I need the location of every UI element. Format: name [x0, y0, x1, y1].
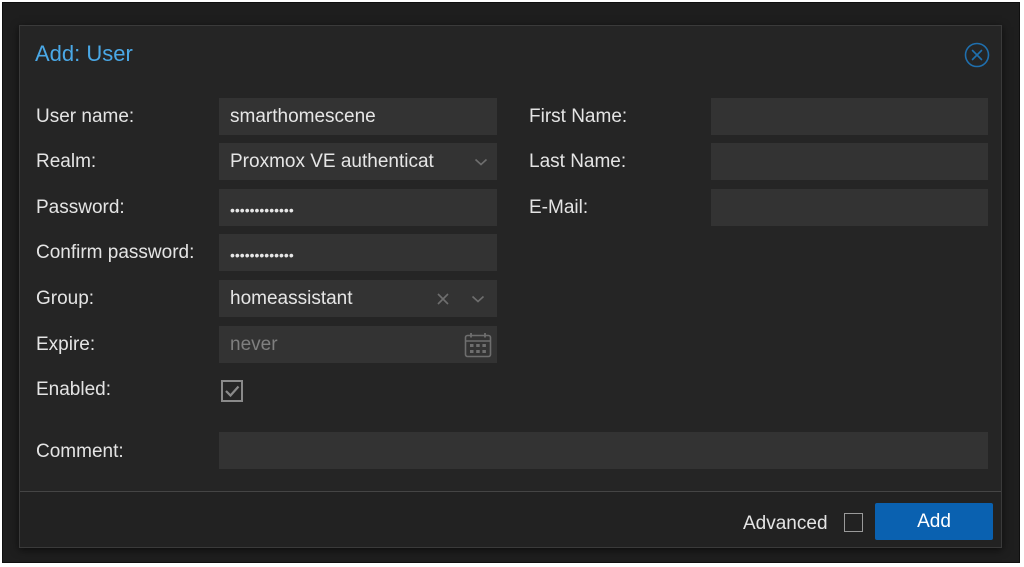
- first-name-input[interactable]: [711, 98, 988, 135]
- password-input[interactable]: •••••••••••••: [219, 189, 497, 226]
- confirm-password-input[interactable]: •••••••••••••: [219, 234, 497, 271]
- add-button[interactable]: Add: [875, 503, 993, 540]
- dialog-footer: Advanced Add: [20, 492, 1001, 547]
- enabled-label: Enabled:: [36, 379, 112, 400]
- password-label: Password:: [36, 197, 125, 218]
- confirm-password-label: Confirm password:: [36, 242, 195, 263]
- user-name-label: User name:: [36, 106, 135, 127]
- email-input[interactable]: [711, 189, 988, 226]
- first-name-label: First Name:: [529, 106, 628, 127]
- realm-value: Proxmox VE authenticat: [230, 151, 434, 172]
- screen-frame: Add: User User name: smarthomescene Real…: [2, 2, 1020, 563]
- enabled-checkbox[interactable]: [221, 380, 243, 402]
- confirm-password-value: •••••••••••••: [230, 247, 294, 263]
- last-name-input[interactable]: [711, 143, 988, 180]
- realm-select[interactable]: Proxmox VE authenticat: [219, 143, 497, 180]
- add-user-dialog: Add: User User name: smarthomescene Real…: [19, 25, 1002, 548]
- comment-label: Comment:: [36, 441, 124, 462]
- comment-input[interactable]: [219, 432, 988, 469]
- close-icon[interactable]: [964, 42, 990, 68]
- password-value: •••••••••••••: [230, 202, 294, 218]
- expire-placeholder: never: [230, 334, 278, 355]
- calendar-icon[interactable]: [462, 326, 494, 363]
- user-name-input[interactable]: smarthomescene: [219, 98, 497, 135]
- chevron-down-icon[interactable]: [467, 143, 495, 180]
- chevron-down-icon[interactable]: [464, 280, 492, 317]
- expire-label: Expire:: [36, 334, 96, 355]
- group-label: Group:: [36, 288, 95, 309]
- email-label: E-Mail:: [529, 197, 589, 218]
- dialog-title: Add: User: [35, 41, 133, 66]
- user-name-value: smarthomescene: [230, 106, 376, 127]
- last-name-label: Last Name:: [529, 151, 627, 172]
- dialog-titlebar: Add: User: [20, 26, 1001, 84]
- advanced-label: Advanced: [743, 513, 828, 534]
- advanced-checkbox[interactable]: [844, 513, 863, 532]
- realm-label: Realm:: [36, 151, 97, 172]
- clear-icon[interactable]: [429, 280, 457, 317]
- group-select[interactable]: homeassistant: [219, 280, 497, 317]
- group-value: homeassistant: [230, 288, 353, 309]
- expire-date-input[interactable]: never: [219, 326, 497, 363]
